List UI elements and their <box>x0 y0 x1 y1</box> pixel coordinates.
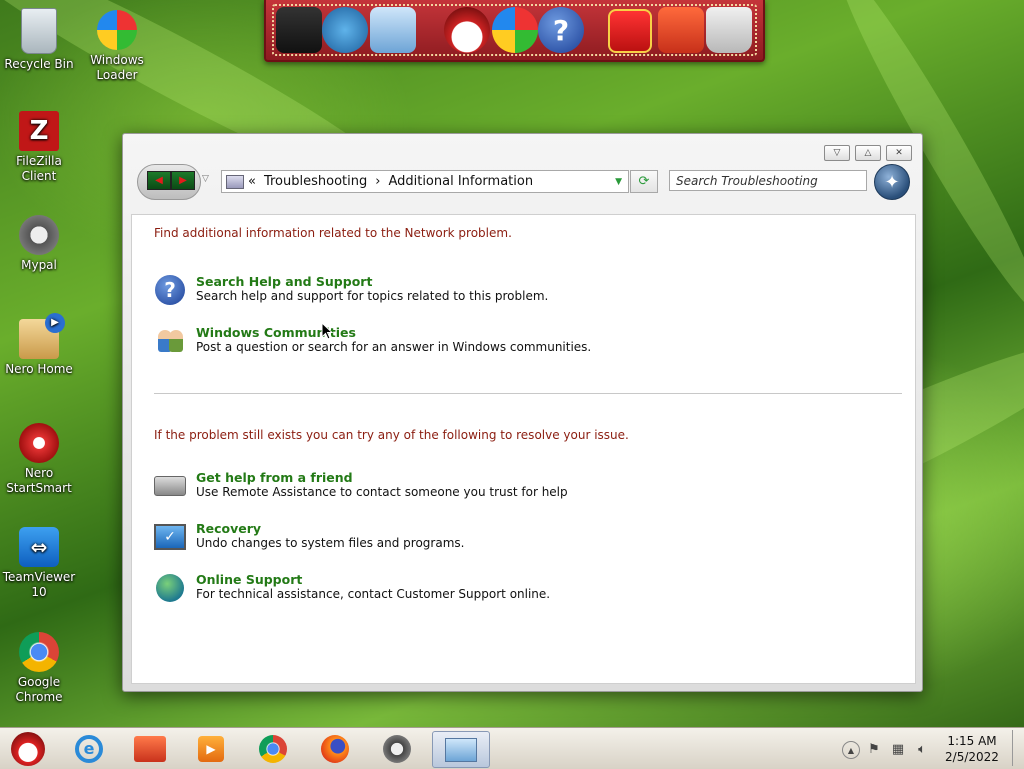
folder-icon[interactable] <box>658 7 704 53</box>
control-panel-icon[interactable] <box>370 7 416 53</box>
mouse-cursor-icon <box>321 322 333 340</box>
taskbar-mypal[interactable] <box>371 731 423 766</box>
media-player-icon: ▶ <box>198 735 224 762</box>
network-globe-icon[interactable] <box>322 7 368 53</box>
minimize-button[interactable]: ▽ <box>824 145 850 161</box>
back-button[interactable]: ◀ <box>147 171 171 190</box>
forward-arrow-icon: ▶ <box>179 175 187 186</box>
search-star-icon: ✦ <box>884 171 900 193</box>
taskbar-firefox[interactable] <box>309 731 361 766</box>
desktop-icon-filezilla[interactable]: Z FileZilla Client <box>1 111 77 184</box>
taskbar: e ▶ ▲ ⚑ ▦ 🔈︎ 1:15 AM 2/5/2022 <box>0 727 1024 769</box>
breadcrumb-separator[interactable]: › <box>375 174 380 189</box>
desktop-icon-nero-startsmart[interactable]: Nero StartSmart <box>1 423 77 496</box>
windows-loader-icon <box>97 10 137 50</box>
control-panel-small-icon <box>226 174 244 189</box>
internet-explorer-icon: e <box>75 734 103 763</box>
taskbar-chrome[interactable] <box>247 731 299 766</box>
firefox-icon <box>321 734 349 763</box>
show-hidden-icons-button[interactable]: ▲ <box>842 741 860 759</box>
volume-icon[interactable]: 🔈︎ <box>914 741 930 757</box>
action-center-flag-icon[interactable]: ⚑ <box>866 741 882 757</box>
online-support-link[interactable]: Online Support <box>196 572 302 587</box>
get-help-friend-desc: Use Remote Assistance to contact someone… <box>196 485 568 499</box>
clock-time: 1:15 AM <box>947 734 997 748</box>
desktop-icon-nero-home[interactable]: ▶ Nero Home <box>1 313 77 377</box>
nero-home-icon: ▶ <box>19 313 65 359</box>
help-icon[interactable]: ? <box>538 7 584 53</box>
mypal-raccoon-icon <box>19 215 59 255</box>
breadcrumb-troubleshooting[interactable]: Troubleshooting <box>264 174 367 189</box>
help-question-icon: ? <box>154 274 186 306</box>
refresh-button[interactable]: ⟳ <box>630 170 658 193</box>
forward-button[interactable]: ▶ <box>171 171 195 190</box>
intro-text: Find additional information related to t… <box>154 226 512 240</box>
recycle-bin-icon <box>21 8 57 54</box>
back-arrow-icon: ◀ <box>155 175 163 186</box>
recovery-monitor-icon: ✓ <box>154 521 186 553</box>
mypal-icon <box>383 734 411 763</box>
refresh-icon: ⟳ <box>638 174 650 189</box>
desktop-icon-teamviewer[interactable]: ⇔ TeamViewer 10 <box>1 527 77 600</box>
maximize-button[interactable]: △ <box>855 145 881 161</box>
task-search-help[interactable]: ? Search Help and Support Search help an… <box>154 274 854 314</box>
recovery-link[interactable]: Recovery <box>196 521 261 536</box>
network-icon[interactable]: ▦ <box>890 741 906 757</box>
online-support-desc: For technical assistance, contact Custom… <box>196 587 551 601</box>
navigation-bar: ◀ ▶ ▽ « Troubleshooting › Additional Inf… <box>137 162 917 202</box>
section-divider <box>154 393 902 394</box>
search-button[interactable]: ✦ <box>874 164 910 200</box>
system-clock[interactable]: 1:15 AM 2/5/2022 <box>936 733 1008 765</box>
filezilla-icon: Z <box>19 111 59 151</box>
snowman-icon[interactable] <box>444 7 490 53</box>
show-desktop-button[interactable] <box>1012 730 1023 766</box>
online-support-globe-icon <box>154 572 186 604</box>
windows-media-icon[interactable] <box>492 7 538 53</box>
nero-startsmart-icon <box>19 423 59 463</box>
start-button[interactable] <box>2 731 54 766</box>
breadcrumb-additional-information[interactable]: Additional Information <box>388 174 533 189</box>
gift-icon[interactable] <box>608 9 652 53</box>
search-input[interactable] <box>669 170 867 191</box>
taskbar-media-player[interactable]: ▶ <box>185 731 237 766</box>
get-help-friend-link[interactable]: Get help from a friend <box>196 470 353 485</box>
file-explorer-icon <box>134 735 166 762</box>
control-panel-active-icon <box>445 737 477 762</box>
remote-assistance-icon <box>154 470 186 502</box>
address-dropdown-icon[interactable]: ▼ <box>615 177 622 187</box>
task-online-support[interactable]: Online Support For technical assistance,… <box>154 572 854 612</box>
trash-icon[interactable] <box>706 7 752 53</box>
chrome-icon <box>19 632 59 672</box>
taskbar-file-explorer[interactable] <box>124 731 176 766</box>
recovery-desc: Undo changes to system files and program… <box>196 536 465 550</box>
intro-text-2: If the problem still exists you can try … <box>154 428 629 442</box>
start-santa-icon <box>11 731 45 766</box>
taskbar-internet-explorer[interactable]: e <box>63 731 115 766</box>
desktop-icon-windows-loader[interactable]: Windows Loader <box>79 10 155 83</box>
task-get-help-friend[interactable]: Get help from a friend Use Remote Assist… <box>154 470 854 510</box>
close-button[interactable]: ✕ <box>886 145 912 161</box>
taskbar-control-panel-active[interactable] <box>432 731 490 768</box>
windows-communities-desc: Post a question or search for an answer … <box>196 340 592 354</box>
task-windows-communities[interactable]: Windows Communities Post a question or s… <box>154 325 854 365</box>
content-pane: Find additional information related to t… <box>131 214 916 684</box>
desktop-icon-recycle-bin[interactable]: Recycle Bin <box>1 8 77 72</box>
desktop-icon-chrome[interactable]: Google Chrome <box>1 632 77 705</box>
search-help-desc: Search help and support for topics relat… <box>196 289 549 303</box>
task-recovery[interactable]: ✓ Recovery Undo changes to system files … <box>154 521 854 561</box>
clock-date: 2/5/2022 <box>945 750 999 764</box>
teamviewer-icon: ⇔ <box>19 527 59 567</box>
recent-pages-dropdown[interactable]: ▽ <box>202 174 209 184</box>
chrome-icon <box>259 734 287 763</box>
address-bar[interactable]: « Troubleshooting › Additional Informati… <box>221 170 629 193</box>
computer-santa-icon[interactable] <box>276 7 322 53</box>
communities-people-icon <box>154 325 186 357</box>
top-dock: ? <box>264 0 765 62</box>
search-help-link[interactable]: Search Help and Support <box>196 274 372 289</box>
desktop-icon-mypal[interactable]: Mypal <box>1 215 77 273</box>
troubleshooting-window: ▽ △ ✕ ◀ ▶ ▽ « Troubleshooting › Addition… <box>122 133 923 692</box>
breadcrumb-overflow[interactable]: « <box>248 174 256 189</box>
